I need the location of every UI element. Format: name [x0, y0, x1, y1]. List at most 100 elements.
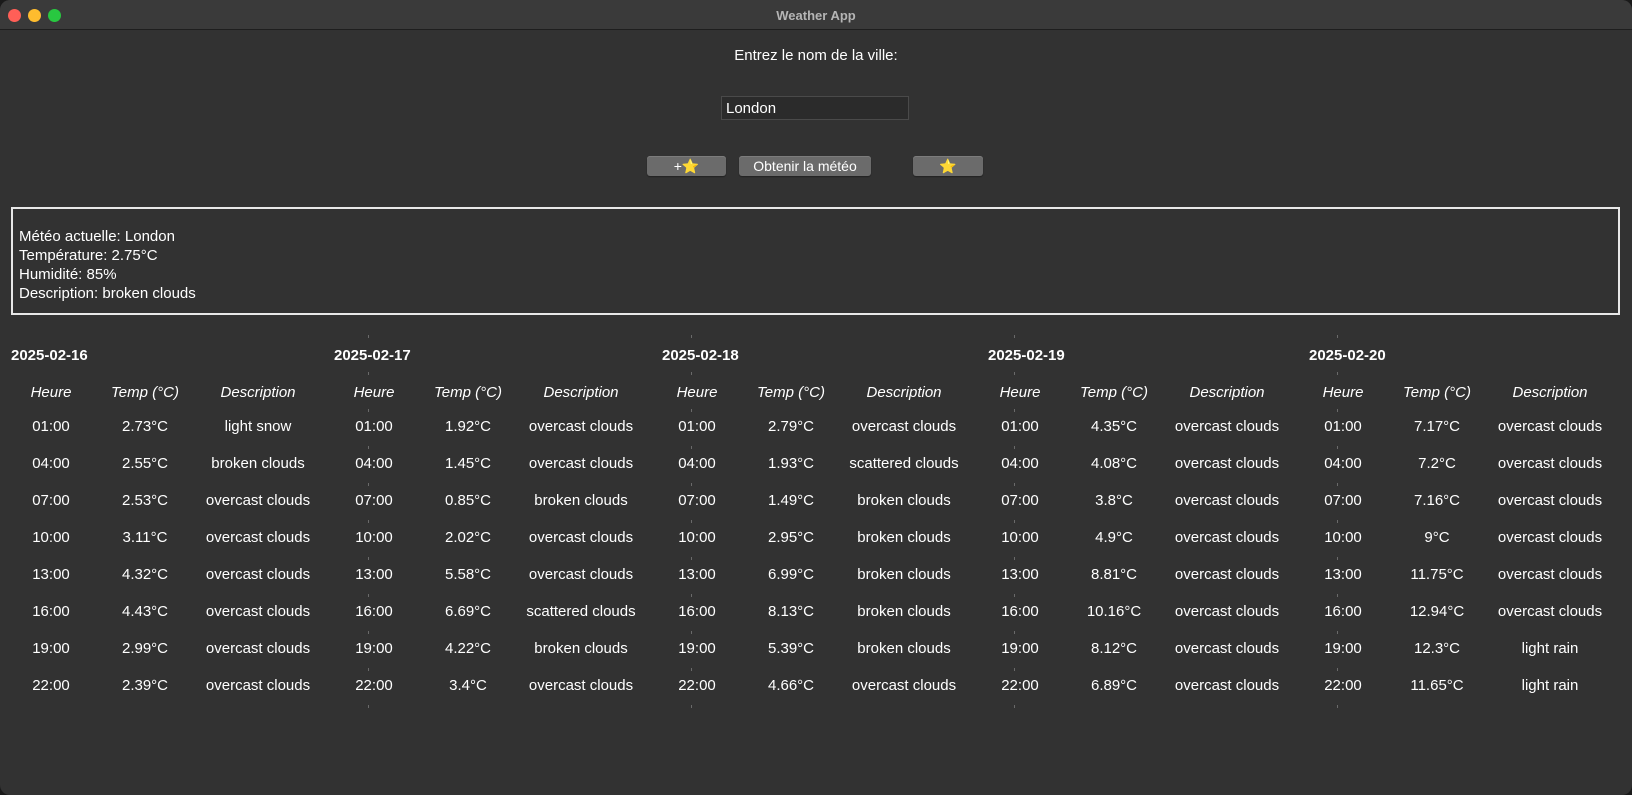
get-weather-label: Obtenir la météo	[753, 158, 857, 174]
forecast-cell-desc: broken clouds	[857, 566, 951, 583]
forecast-cell-hour: 04:00	[1001, 455, 1039, 472]
forecast-cell-desc: overcast clouds	[1174, 566, 1280, 583]
forecast-date: 2025-02-16	[11, 347, 88, 364]
forecast-cell-desc: light snow	[224, 418, 292, 435]
forecast-cell-hour: 13:00	[1324, 566, 1362, 583]
window-title: Weather App	[776, 8, 856, 23]
current-temperature-line: Température: 2.75°C	[19, 247, 158, 264]
city-prompt-label: Entrez le nom de la ville:	[734, 47, 898, 64]
forecast-cell-hour: 22:00	[1001, 677, 1039, 694]
forecast-cell-hour: 13:00	[355, 566, 393, 583]
forecast-cell-hour: 10:00	[1324, 529, 1362, 546]
forecast-cell-desc: overcast clouds	[205, 492, 311, 509]
forecast-cell-desc: broken clouds	[534, 640, 628, 657]
forecast-cell-desc: light rain	[1521, 640, 1579, 657]
column-header-hour: Heure	[676, 384, 718, 401]
favorites-label: ⭐	[939, 158, 957, 174]
forecast-cell-hour: 01:00	[1324, 418, 1362, 435]
forecast-cell-desc: overcast clouds	[528, 455, 634, 472]
forecast-cell-hour: 01:00	[1001, 418, 1039, 435]
forecast-date: 2025-02-19	[988, 347, 1065, 364]
forecast-date: 2025-02-20	[1309, 347, 1386, 364]
forecast-cell-desc: overcast clouds	[205, 566, 311, 583]
forecast-cell-hour: 19:00	[355, 640, 393, 657]
forecast-cell-hour: 22:00	[678, 677, 716, 694]
add-favorite-button[interactable]: +⭐	[647, 156, 726, 176]
current-weather-panel: Météo actuelle: London Température: 2.75…	[11, 207, 1620, 315]
title-bar: Weather App	[0, 0, 1632, 30]
forecast-cell-desc: overcast clouds	[1174, 603, 1280, 620]
forecast-cell-desc: overcast clouds	[528, 418, 634, 435]
current-humidity-line: Humidité: 85%	[19, 266, 117, 283]
forecast-cell-desc: overcast clouds	[1497, 603, 1603, 620]
favorites-button[interactable]: ⭐	[913, 156, 983, 176]
forecast-cell-hour: 01:00	[355, 418, 393, 435]
forecast-cell-desc: overcast clouds	[205, 640, 311, 657]
column-header-desc: Description	[866, 384, 942, 401]
forecast-cell-hour: 07:00	[32, 492, 70, 509]
forecast-cell-desc: overcast clouds	[1174, 640, 1280, 657]
forecast-cell-hour: 07:00	[678, 492, 716, 509]
forecast-cell-desc: broken clouds	[211, 455, 305, 472]
forecast-cell-desc: overcast clouds	[528, 529, 634, 546]
forecast-cell-hour: 01:00	[678, 418, 716, 435]
get-weather-button[interactable]: Obtenir la météo	[739, 156, 871, 176]
forecast-cell-desc: overcast clouds	[1174, 529, 1280, 546]
forecast-cell-hour: 04:00	[32, 455, 70, 472]
forecast-cell-hour: 10:00	[32, 529, 70, 546]
forecast-cell-hour: 13:00	[678, 566, 716, 583]
column-header-hour: Heure	[30, 384, 72, 401]
forecast-cell-desc: overcast clouds	[1497, 455, 1603, 472]
forecast-cell-desc: overcast clouds	[851, 677, 957, 694]
forecast-cell-desc: overcast clouds	[205, 529, 311, 546]
forecast-date: 2025-02-18	[662, 347, 739, 364]
forecast-cell-desc: overcast clouds	[1174, 492, 1280, 509]
day-separator	[1337, 335, 1338, 715]
forecast-cell-hour: 01:00	[32, 418, 70, 435]
forecast-cell-hour: 16:00	[678, 603, 716, 620]
forecast-cell-hour: 19:00	[678, 640, 716, 657]
forecast-cell-desc: broken clouds	[857, 529, 951, 546]
forecast-cell-hour: 19:00	[1324, 640, 1362, 657]
forecast-cell-desc: overcast clouds	[1174, 418, 1280, 435]
forecast-cell-hour: 07:00	[1001, 492, 1039, 509]
column-header-desc: Description	[1189, 384, 1265, 401]
forecast-cell-hour: 16:00	[32, 603, 70, 620]
forecast-date: 2025-02-17	[334, 347, 411, 364]
forecast-cell-desc: light rain	[1521, 677, 1579, 694]
forecast-cell-hour: 10:00	[678, 529, 716, 546]
forecast-cell-desc: overcast clouds	[1497, 529, 1603, 546]
forecast-cell-hour: 10:00	[355, 529, 393, 546]
forecast-cell-hour: 13:00	[1001, 566, 1039, 583]
forecast-cell-hour: 07:00	[355, 492, 393, 509]
forecast-cell-hour: 13:00	[32, 566, 70, 583]
forecast-cell-hour: 22:00	[32, 677, 70, 694]
forecast-cell-desc: overcast clouds	[1174, 455, 1280, 472]
forecast-cell-desc: broken clouds	[857, 492, 951, 509]
forecast-cell-hour: 10:00	[1001, 529, 1039, 546]
day-separator	[1014, 335, 1015, 715]
column-header-desc: Description	[220, 384, 296, 401]
column-header-hour: Heure	[1322, 384, 1364, 401]
add-favorite-label: +⭐	[673, 158, 700, 174]
forecast-cell-desc: broken clouds	[857, 603, 951, 620]
day-separator	[368, 335, 369, 715]
forecast-cell-desc: overcast clouds	[1497, 492, 1603, 509]
forecast-cell-desc: scattered clouds	[526, 603, 636, 620]
column-header-desc: Description	[543, 384, 619, 401]
forecast-cell-desc: overcast clouds	[528, 677, 634, 694]
forecast-cell-hour: 07:00	[1324, 492, 1362, 509]
day-separator	[691, 335, 692, 715]
forecast-cell-hour: 19:00	[1001, 640, 1039, 657]
current-city-line: Météo actuelle: London	[19, 228, 175, 245]
forecast-cell-hour: 16:00	[1001, 603, 1039, 620]
forecast-cell-desc: overcast clouds	[1497, 418, 1603, 435]
current-description-line: Description: broken clouds	[19, 285, 196, 302]
forecast-cell-hour: 04:00	[355, 455, 393, 472]
forecast-cell-desc: overcast clouds	[205, 603, 311, 620]
forecast-cell-desc: overcast clouds	[851, 418, 957, 435]
forecast-cell-desc: overcast clouds	[205, 677, 311, 694]
forecast-cell-desc: broken clouds	[857, 640, 951, 657]
city-input[interactable]	[721, 96, 909, 120]
column-header-hour: Heure	[999, 384, 1041, 401]
